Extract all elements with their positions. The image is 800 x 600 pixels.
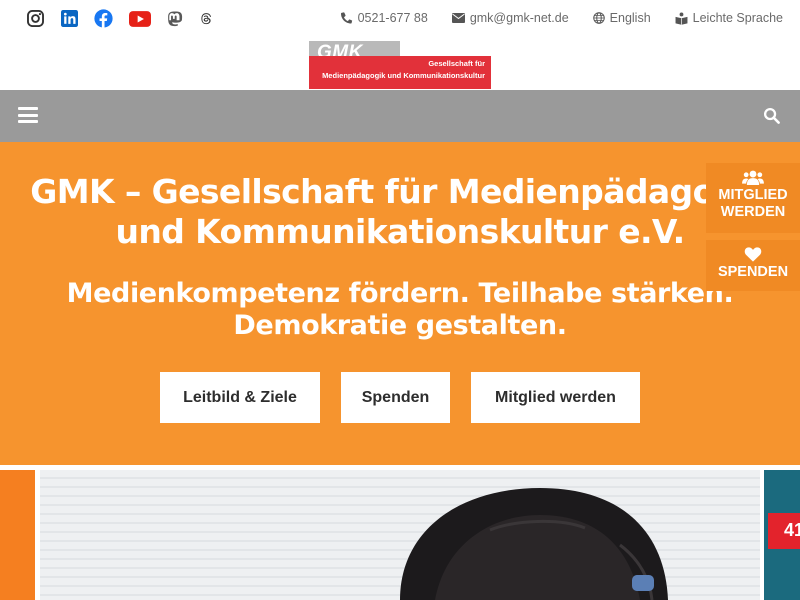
hero-section: GMK – Gesellschaft für Medienpädagogik u… [0,142,800,465]
top-bar: 0521-677 88 gmk@gmk-net.de English Leich… [0,0,800,40]
sticky-member-label: MITGLIED WERDEN [718,187,788,220]
users-icon [742,170,764,185]
donate-button[interactable]: Spenden [341,372,450,423]
teaser-area: 41 [0,465,800,600]
logo-line1: Gesellschaft für [428,59,485,68]
gmk-logo[interactable]: GMK Gesellschaft für Medienpädagogik und… [309,41,491,89]
mastodon-icon[interactable] [167,10,184,28]
hero-photo [40,470,760,600]
threads-icon[interactable] [200,12,212,25]
easy-language-label: Leichte Sprache [692,11,783,25]
easy-language-icon [675,12,688,25]
language-link[interactable]: English [592,11,651,25]
logo-line2: Medienpädagogik und Kommunikationskultur [322,71,485,80]
linkedin-icon[interactable] [61,10,78,27]
email-address: gmk@gmk-net.de [469,11,569,25]
language-label: English [609,11,651,25]
sticky-donate-label: SPENDEN [717,264,789,280]
person-hair-image [400,488,668,600]
sticky-donate-button[interactable]: SPENDEN [706,240,800,291]
phone-link[interactable]: 0521-677 88 [340,11,428,25]
envelope-icon [451,13,465,23]
orange-slide-edge [0,470,35,600]
main-nav-bar [0,90,800,142]
social-links [26,9,228,28]
search-icon[interactable] [763,107,780,129]
become-member-button[interactable]: Mitglied werden [471,372,640,423]
hero-title: GMK – Gesellschaft für Medienpädagogik u… [30,172,770,251]
globe-icon [592,12,605,24]
sticky-member-button[interactable]: MITGLIED WERDEN [706,163,800,233]
phone-icon [340,12,352,24]
contact-links: 0521-677 88 gmk@gmk-net.de English Leich… [317,11,783,25]
menu-icon[interactable] [18,107,38,123]
facebook-icon[interactable] [94,9,113,28]
instagram-icon[interactable] [26,9,45,28]
email-link[interactable]: gmk@gmk-net.de [451,11,569,25]
heart-icon [744,247,762,262]
logo-red-block: Gesellschaft für Medienpädagogik und Kom… [309,56,491,89]
mission-button[interactable]: Leitbild & Ziele [160,372,320,423]
date-badge: 41 [768,513,800,549]
easy-language-link[interactable]: Leichte Sprache [675,11,783,25]
phone-number: 0521-677 88 [357,11,428,25]
youtube-icon[interactable] [129,10,151,27]
hero-subtitle: Medienkompetenz fördern. Teilhabe stärke… [66,278,734,341]
